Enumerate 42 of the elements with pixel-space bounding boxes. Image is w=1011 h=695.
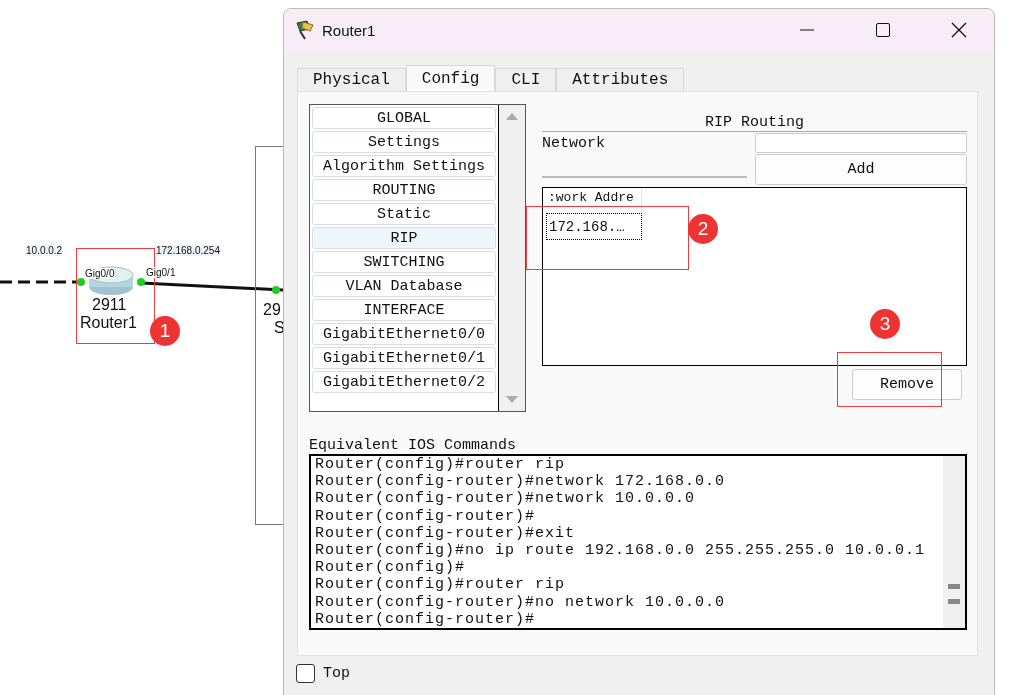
menu-item[interactable]: GigabitEthernet0/0 bbox=[312, 323, 496, 345]
section-title: RIP Routing bbox=[704, 114, 805, 131]
tab[interactable]: CLI bbox=[495, 68, 557, 91]
menu-item[interactable]: Settings bbox=[312, 131, 496, 153]
command-line: Router(config-router)#network 10.0.0.0 bbox=[315, 490, 697, 508]
command-line: Router(config-router)#exit bbox=[315, 524, 577, 542]
add-button[interactable]: Add bbox=[755, 154, 967, 185]
command-line: Router(config)#router rip bbox=[315, 576, 567, 594]
menu-item[interactable]: ROUTING bbox=[312, 179, 496, 201]
menu-item[interactable]: VLAN Database bbox=[312, 275, 496, 297]
menu-item[interactable]: Algorithm Settings bbox=[312, 155, 496, 177]
tab[interactable]: Attributes bbox=[556, 68, 685, 91]
ip-label: 10.0.0.2 bbox=[26, 245, 63, 256]
ip-label: 172.168.0.254 bbox=[156, 245, 220, 256]
device-name: Router1 bbox=[80, 314, 137, 332]
command-line: Router(config)#router rip bbox=[315, 456, 567, 474]
menu-item[interactable]: Static bbox=[312, 203, 496, 225]
menu-item[interactable]: GLOBAL bbox=[312, 107, 496, 129]
menu-item[interactable]: GigabitEthernet0/2 bbox=[312, 371, 496, 393]
window-title: Router1 bbox=[322, 21, 377, 39]
menu-item[interactable]: INTERFACE bbox=[312, 299, 496, 321]
network-label: Network bbox=[542, 134, 606, 154]
command-line: Router(config-router)# bbox=[315, 507, 537, 525]
tab[interactable]: Physical bbox=[297, 68, 406, 91]
port-label: Gig0/1 bbox=[146, 267, 176, 278]
tab[interactable]: Config bbox=[405, 65, 496, 91]
command-line: Router(config)#no ip route 192.168.0.0 255.255.255.0 10.0.0.1 bbox=[315, 542, 927, 560]
checkbox-label: Top bbox=[323, 665, 350, 682]
port-label: Gig0/0 bbox=[85, 268, 115, 279]
command-line: Router(config-router)#network 172.168.0.0 bbox=[315, 473, 727, 491]
section-title: Equivalent IOS Commands bbox=[309, 438, 518, 454]
remove-button[interactable]: Remove bbox=[852, 369, 962, 400]
device-model: 2911 bbox=[92, 296, 127, 314]
menu-item[interactable]: GigabitEthernet0/1 bbox=[312, 347, 496, 369]
menu-item[interactable]: SWITCHING bbox=[312, 251, 496, 273]
command-line: Router(config-router)#no network 10.0.0.0 bbox=[315, 593, 727, 611]
device-model: 29 bbox=[263, 301, 281, 319]
step-badge: 1 bbox=[150, 316, 180, 346]
command-line: Router(config)# bbox=[315, 559, 467, 577]
command-line: Router(config-router)# bbox=[315, 610, 537, 628]
menu-item[interactable]: RIP bbox=[312, 227, 496, 249]
list-item[interactable]: 172.168.… bbox=[546, 213, 642, 240]
